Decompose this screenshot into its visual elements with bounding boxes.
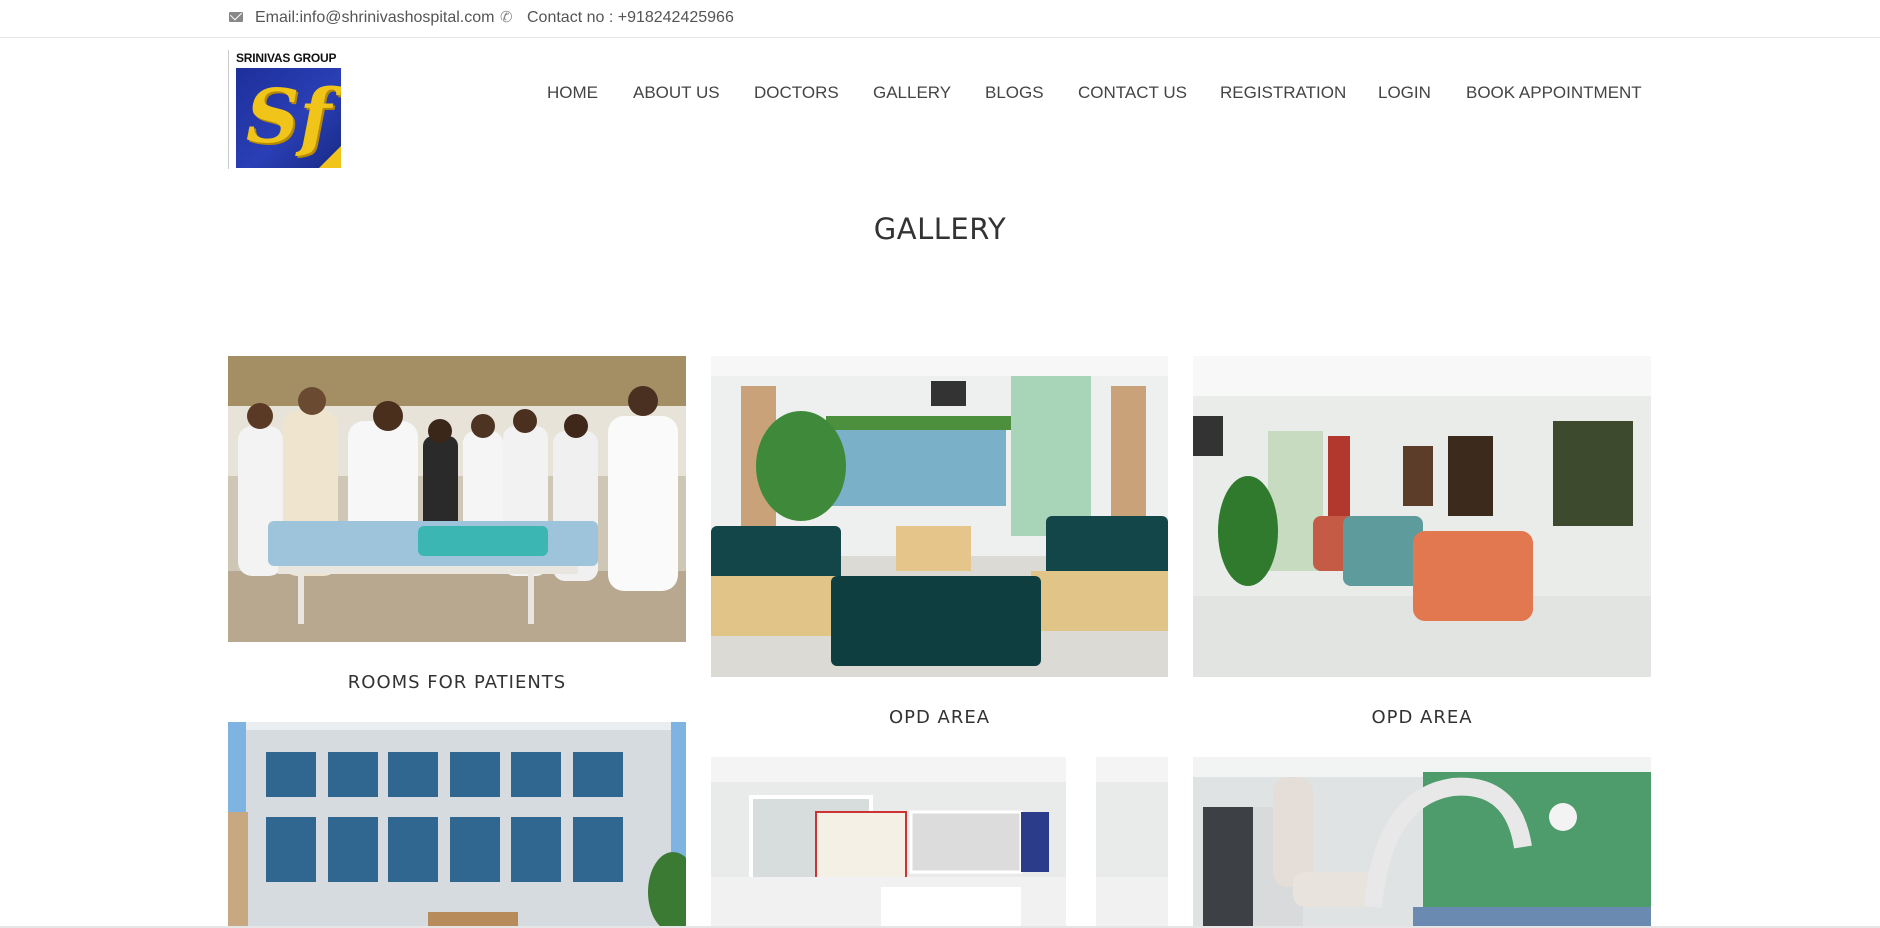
page-title: GALLERY [873, 212, 1007, 247]
cath-lab-illustration [1193, 757, 1651, 928]
logo-brand-text: SRINIVAS GROUP [236, 51, 337, 65]
top-contact-bar: Email:info@shrinivashospital.com ✆ Conta… [0, 0, 1880, 38]
nav-gallery[interactable]: GALLERY [873, 83, 951, 103]
nav-book-appointment[interactable]: BOOK APPOINTMENT [1466, 83, 1642, 103]
nav-home[interactable]: HOME [547, 83, 598, 103]
phone-contact[interactable]: ✆ Contact no : +918242425966 [500, 9, 734, 27]
waiting-chairs-photo[interactable] [1193, 356, 1651, 677]
day-care-lounge-photo[interactable] [711, 356, 1168, 677]
phone-text: Contact no : +918242425966 [527, 9, 734, 26]
waiting-chairs-illustration [1193, 356, 1651, 677]
reception-desk-illustration [711, 757, 1168, 928]
nav-about-us[interactable]: ABOUT US [633, 83, 720, 103]
doctors-at-bedside-illustration [228, 356, 686, 642]
logo-divider [228, 50, 229, 169]
reception-desk-photo[interactable] [711, 757, 1168, 928]
cath-lab-photo[interactable] [1193, 757, 1651, 928]
gallery-caption-3: OPD AREA [1371, 707, 1473, 728]
logo-corner-accent [319, 146, 341, 168]
nav-registration[interactable]: REGISTRATION [1220, 83, 1346, 103]
logo[interactable]: SRINIVAS GROUP Sf [228, 50, 343, 169]
gallery-caption-1: ROOMS FOR PATIENTS [347, 672, 567, 693]
hospital-building-photo[interactable] [228, 722, 686, 928]
nav-login[interactable]: LOGIN [1378, 83, 1431, 103]
nav-contact-us[interactable]: CONTACT US [1078, 83, 1187, 103]
nav-doctors[interactable]: DOCTORS [754, 83, 839, 103]
email-contact[interactable]: Email:info@shrinivashospital.com [228, 9, 494, 27]
day-care-lounge-illustration [711, 356, 1168, 677]
gallery-caption-2: OPD AREA [888, 707, 991, 728]
nav-blogs[interactable]: BLOGS [985, 83, 1044, 103]
envelope-icon [228, 10, 246, 26]
phone-icon: ✆ [500, 9, 513, 26]
logo-mark: Sf [236, 68, 341, 168]
hospital-building-illustration [228, 722, 686, 928]
doctors-at-bedside-photo[interactable] [228, 356, 686, 642]
email-text: Email:info@shrinivashospital.com [255, 9, 495, 26]
